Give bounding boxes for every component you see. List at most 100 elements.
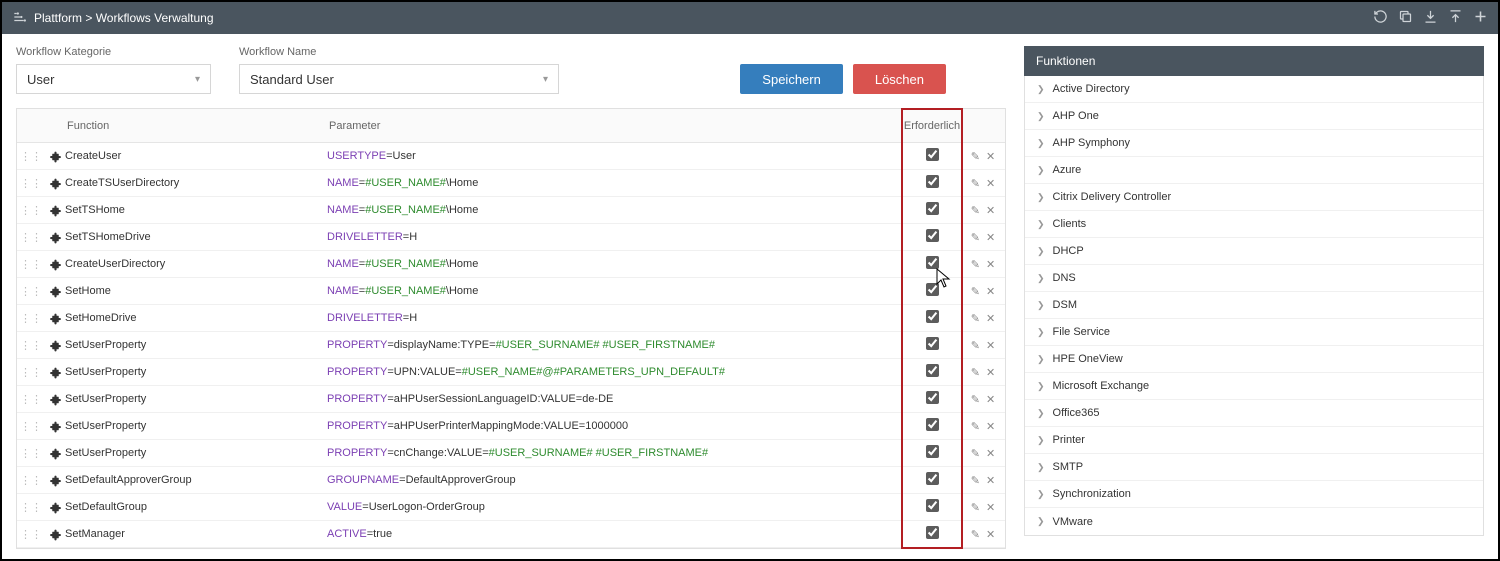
remove-icon[interactable]: ✕ (986, 285, 995, 298)
drag-handle-icon[interactable]: ⋮⋮ (17, 528, 45, 541)
edit-icon[interactable]: ✎ (971, 150, 980, 163)
required-checkbox[interactable] (926, 472, 939, 485)
function-category-item[interactable]: ❯Printer (1025, 427, 1483, 454)
table-row: ⋮⋮SetManagerACTIVE=true✎✕ (17, 521, 1005, 548)
required-checkbox[interactable] (926, 391, 939, 404)
drag-handle-icon[interactable]: ⋮⋮ (17, 447, 45, 460)
function-category-item[interactable]: ❯Azure (1025, 157, 1483, 184)
remove-icon[interactable]: ✕ (986, 393, 995, 406)
required-checkbox[interactable] (926, 418, 939, 431)
edit-icon[interactable]: ✎ (971, 474, 980, 487)
edit-icon[interactable]: ✎ (971, 501, 980, 514)
parameter-cell: USERTYPE=User (327, 150, 903, 162)
edit-icon[interactable]: ✎ (971, 177, 980, 190)
required-checkbox[interactable] (926, 229, 939, 242)
function-category-item[interactable]: ❯DSM (1025, 292, 1483, 319)
required-checkbox[interactable] (926, 283, 939, 296)
function-category-item[interactable]: ❯HPE OneView (1025, 346, 1483, 373)
parameter-cell: VALUE=UserLogon-OrderGroup (327, 501, 903, 513)
col-required: Erforderlich (903, 120, 961, 132)
function-category-item[interactable]: ❯Citrix Delivery Controller (1025, 184, 1483, 211)
drag-handle-icon[interactable]: ⋮⋮ (17, 366, 45, 379)
drag-handle-icon[interactable]: ⋮⋮ (17, 474, 45, 487)
col-function: Function (65, 120, 327, 132)
function-category-item[interactable]: ❯Clients (1025, 211, 1483, 238)
required-checkbox[interactable] (926, 148, 939, 161)
remove-icon[interactable]: ✕ (986, 231, 995, 244)
required-cell (903, 337, 961, 353)
drag-handle-icon[interactable]: ⋮⋮ (17, 501, 45, 514)
remove-icon[interactable]: ✕ (986, 447, 995, 460)
drag-handle-icon[interactable]: ⋮⋮ (17, 420, 45, 433)
save-button[interactable]: Speichern (740, 64, 843, 94)
add-icon[interactable] (1473, 9, 1488, 27)
menu-icon[interactable] (12, 10, 26, 27)
function-name: SetUserProperty (65, 393, 327, 405)
function-category-item[interactable]: ❯VMware (1025, 508, 1483, 535)
function-category-item[interactable]: ❯Office365 (1025, 400, 1483, 427)
remove-icon[interactable]: ✕ (986, 474, 995, 487)
required-checkbox[interactable] (926, 364, 939, 377)
workflow-name-select[interactable]: Standard User ▾ (239, 64, 559, 94)
function-category-item[interactable]: ❯DNS (1025, 265, 1483, 292)
category-select[interactable]: User ▾ (16, 64, 211, 94)
remove-icon[interactable]: ✕ (986, 501, 995, 514)
upload-icon[interactable] (1448, 9, 1463, 27)
remove-icon[interactable]: ✕ (986, 204, 995, 217)
drag-handle-icon[interactable]: ⋮⋮ (17, 312, 45, 325)
refresh-icon[interactable] (1373, 9, 1388, 27)
drag-handle-icon[interactable]: ⋮⋮ (17, 258, 45, 271)
function-category-item[interactable]: ❯Active Directory (1025, 76, 1483, 103)
download-icon[interactable] (1423, 9, 1438, 27)
remove-icon[interactable]: ✕ (986, 420, 995, 433)
edit-icon[interactable]: ✎ (971, 393, 980, 406)
drag-handle-icon[interactable]: ⋮⋮ (17, 339, 45, 352)
parameter-cell: NAME=#USER_NAME#\Home (327, 285, 903, 297)
function-category-item[interactable]: ❯DHCP (1025, 238, 1483, 265)
edit-icon[interactable]: ✎ (971, 312, 980, 325)
required-checkbox[interactable] (926, 202, 939, 215)
function-category-item[interactable]: ❯AHP Symphony (1025, 130, 1483, 157)
remove-icon[interactable]: ✕ (986, 177, 995, 190)
required-checkbox[interactable] (926, 445, 939, 458)
drag-handle-icon[interactable]: ⋮⋮ (17, 285, 45, 298)
required-checkbox[interactable] (926, 499, 939, 512)
remove-icon[interactable]: ✕ (986, 528, 995, 541)
required-checkbox[interactable] (926, 526, 939, 539)
required-checkbox[interactable] (926, 175, 939, 188)
edit-icon[interactable]: ✎ (971, 231, 980, 244)
function-category-item[interactable]: ❯File Service (1025, 319, 1483, 346)
drag-handle-icon[interactable]: ⋮⋮ (17, 231, 45, 244)
function-category-item[interactable]: ❯AHP One (1025, 103, 1483, 130)
remove-icon[interactable]: ✕ (986, 312, 995, 325)
edit-icon[interactable]: ✎ (971, 447, 980, 460)
edit-icon[interactable]: ✎ (971, 420, 980, 433)
table-row: ⋮⋮CreateUserUSERTYPE=User✎✕ (17, 143, 1005, 170)
edit-icon[interactable]: ✎ (971, 285, 980, 298)
remove-icon[interactable]: ✕ (986, 339, 995, 352)
copy-icon[interactable] (1398, 9, 1413, 27)
remove-icon[interactable]: ✕ (986, 258, 995, 271)
required-checkbox[interactable] (926, 256, 939, 269)
delete-button[interactable]: Löschen (853, 64, 946, 94)
edit-icon[interactable]: ✎ (971, 528, 980, 541)
drag-handle-icon[interactable]: ⋮⋮ (17, 150, 45, 163)
table-row: ⋮⋮SetUserPropertyPROPERTY=aHPUserPrinter… (17, 413, 1005, 440)
edit-icon[interactable]: ✎ (971, 366, 980, 379)
drag-handle-icon[interactable]: ⋮⋮ (17, 177, 45, 190)
edit-icon[interactable]: ✎ (971, 339, 980, 352)
edit-icon[interactable]: ✎ (971, 258, 980, 271)
chevron-down-icon: ▾ (195, 74, 200, 85)
function-category-label: Citrix Delivery Controller (1053, 191, 1172, 203)
remove-icon[interactable]: ✕ (986, 150, 995, 163)
required-checkbox[interactable] (926, 337, 939, 350)
drag-handle-icon[interactable]: ⋮⋮ (17, 393, 45, 406)
remove-icon[interactable]: ✕ (986, 366, 995, 379)
function-category-item[interactable]: ❯Microsoft Exchange (1025, 373, 1483, 400)
edit-icon[interactable]: ✎ (971, 204, 980, 217)
function-category-item[interactable]: ❯Synchronization (1025, 481, 1483, 508)
drag-handle-icon[interactable]: ⋮⋮ (17, 204, 45, 217)
function-category-item[interactable]: ❯SMTP (1025, 454, 1483, 481)
required-cell (903, 229, 961, 245)
required-checkbox[interactable] (926, 310, 939, 323)
